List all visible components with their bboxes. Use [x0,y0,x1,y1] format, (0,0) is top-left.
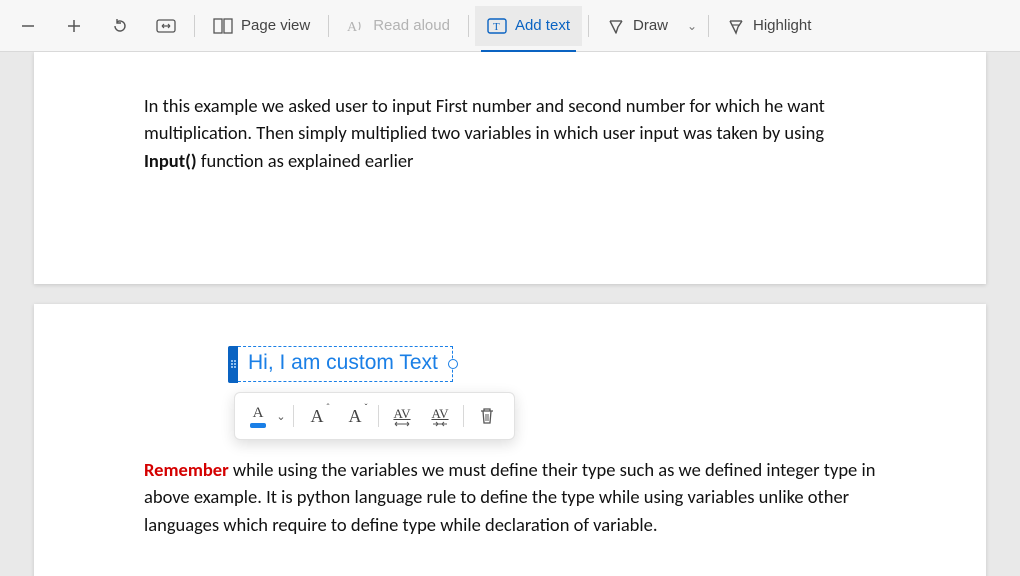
toolbar-separator [468,15,469,37]
page-view-button[interactable]: Page view [201,6,322,46]
decrease-font-button[interactable]: Aˇ [336,396,374,436]
chevron-down-icon: ⌄ [276,410,285,423]
read-aloud-icon: A [347,17,365,35]
add-text-icon: T [487,18,507,34]
letter-a-icon: A [253,405,264,422]
text-annotation-content[interactable]: Hi, I am custom Text [248,351,438,375]
chevron-down-icon: ⌄ [687,19,697,33]
remember-highlight: Remember [144,458,229,481]
zoom-out-button[interactable] [6,6,50,46]
highlight-label: Highlight [753,17,811,34]
resize-handle[interactable] [448,359,458,369]
add-text-label: Add text [515,17,570,34]
color-swatch [250,423,266,428]
draw-button[interactable]: Draw [595,6,680,46]
page-gap [34,284,986,304]
plus-icon [66,18,82,34]
paragraph: In this example we asked user to input F… [144,92,876,174]
zoom-in-button[interactable] [52,6,96,46]
text-color-dropdown[interactable]: ⌄ [273,410,289,423]
toolbar-separator [194,15,195,37]
format-separator [378,405,379,427]
toolbar-separator [708,15,709,37]
paragraph-bold: Input() [144,149,197,172]
paragraph: Remember while using the variables we mu… [144,456,876,538]
text-annotation[interactable]: Hi, I am custom Text [238,346,453,382]
minus-icon [20,18,36,34]
text-format-toolbar: A ⌄ Aˆ Aˇ AV [234,392,515,440]
delete-text-button[interactable] [468,396,506,436]
drag-handle[interactable] [228,346,238,383]
highlight-icon [727,17,745,35]
pdf-toolbar: Page view A Read aloud T Add text Draw ⌄… [0,0,1020,52]
decrease-spacing-button[interactable]: AV [421,396,459,436]
highlight-button[interactable]: Highlight [715,6,823,46]
page-view-icon [213,18,233,34]
increase-font-icon: Aˆ [311,406,324,427]
trash-icon [479,407,495,425]
pdf-workspace: In this example we asked user to input F… [0,52,1020,576]
text-color-button[interactable]: A [243,396,273,436]
draw-label: Draw [633,17,668,34]
add-text-button[interactable]: T Add text [475,6,582,46]
increase-spacing-button[interactable]: AV [383,396,421,436]
pdf-page[interactable]: In this example we asked user to input F… [34,52,986,284]
increase-font-button[interactable]: Aˆ [298,396,336,436]
draw-icon [607,17,625,35]
svg-text:T: T [493,21,500,33]
toolbar-separator [328,15,329,37]
paragraph-text: while using the variables we must define… [144,458,875,536]
page-view-label: Page view [241,17,310,34]
paragraph-text: function as explained earlier [197,149,414,172]
format-separator [463,405,464,427]
draw-dropdown[interactable]: ⌄ [682,6,702,46]
decrease-font-icon: Aˇ [349,406,362,427]
toolbar-separator [588,15,589,37]
paragraph-text: In this example we asked user to input F… [144,94,825,144]
format-separator [293,405,294,427]
fit-width-button[interactable] [144,6,188,46]
decrease-spacing-icon: AV [431,406,449,427]
rotate-button[interactable] [98,6,142,46]
increase-spacing-icon: AV [393,406,411,427]
read-aloud-button[interactable]: A Read aloud [335,6,462,46]
read-aloud-label: Read aloud [373,17,450,34]
text-annotation-box[interactable]: Hi, I am custom Text [238,346,453,382]
fit-width-icon [156,19,176,33]
pdf-page[interactable]: Hi, I am custom Text A ⌄ Aˆ Aˇ [34,304,986,576]
svg-text:A: A [347,20,358,35]
rotate-icon [111,17,129,35]
